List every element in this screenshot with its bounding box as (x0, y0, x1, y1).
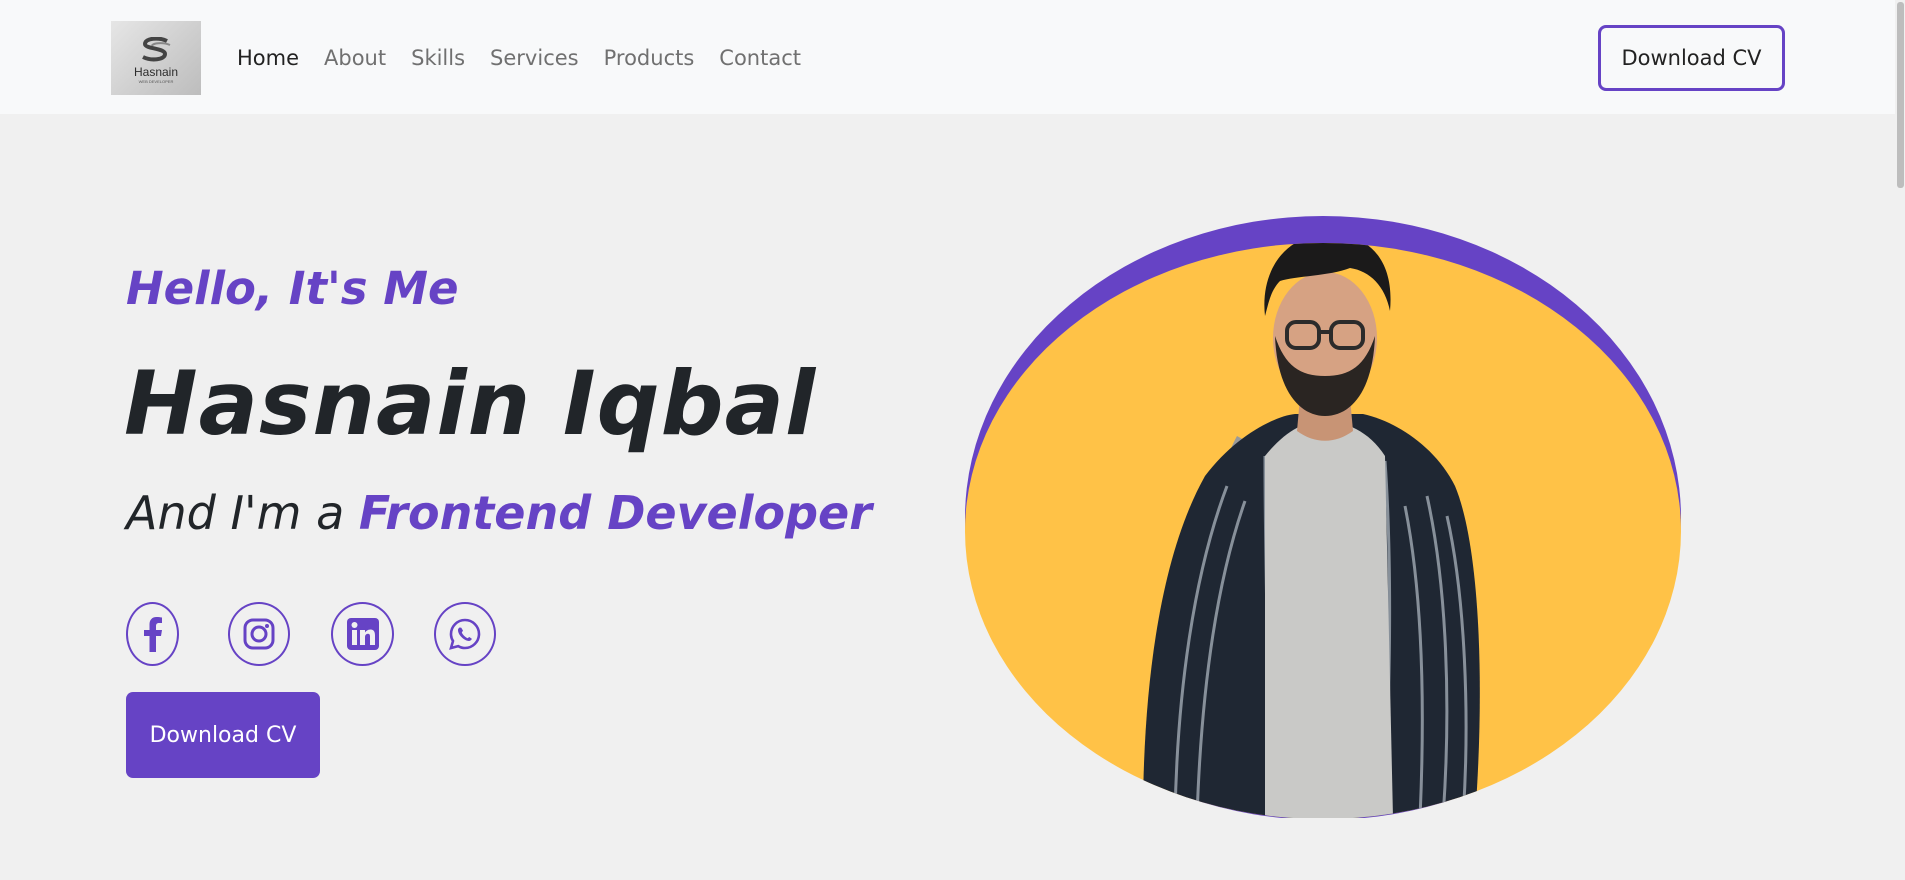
s-monogram-icon (142, 37, 171, 62)
hero-role: And I'm a Frontend Developer (126, 486, 872, 540)
hero-download-cv-button[interactable]: Download CV (126, 692, 320, 778)
logo-subtext: WEB DEVELOPER (138, 79, 174, 84)
nav-home[interactable]: Home (237, 44, 299, 72)
navbar: Hasnain WEB DEVELOPER Home About Skills … (0, 0, 1905, 114)
hero-name: Hasnain Iqbal (124, 352, 817, 455)
linkedin-link[interactable] (331, 602, 394, 666)
instagram-icon (243, 618, 275, 650)
linkedin-icon (346, 618, 379, 650)
instagram-link[interactable] (228, 602, 290, 666)
scrollbar[interactable] (1895, 0, 1905, 880)
nav-products[interactable]: Products (604, 44, 695, 72)
profile-photo (965, 216, 1681, 818)
nav-about[interactable]: About (324, 44, 386, 72)
hero-greeting: Hello, It's Me (126, 262, 459, 315)
facebook-link[interactable] (126, 602, 179, 666)
whatsapp-icon (449, 618, 481, 650)
whatsapp-link[interactable] (434, 602, 496, 666)
logo-text: Hasnain (133, 65, 179, 79)
role-prefix: And I'm a (126, 486, 359, 540)
nav-skills[interactable]: Skills (411, 44, 465, 72)
nav-links: Home About Skills Services Products Cont… (237, 44, 826, 72)
facebook-icon (143, 617, 162, 652)
nav-contact[interactable]: Contact (719, 44, 801, 72)
nav-services[interactable]: Services (490, 44, 579, 72)
scrollbar-thumb[interactable] (1897, 2, 1904, 188)
brand-logo[interactable]: Hasnain WEB DEVELOPER (111, 21, 201, 95)
role-highlight: Frontend Developer (358, 486, 872, 540)
header-download-cv-button[interactable]: Download CV (1598, 25, 1785, 91)
